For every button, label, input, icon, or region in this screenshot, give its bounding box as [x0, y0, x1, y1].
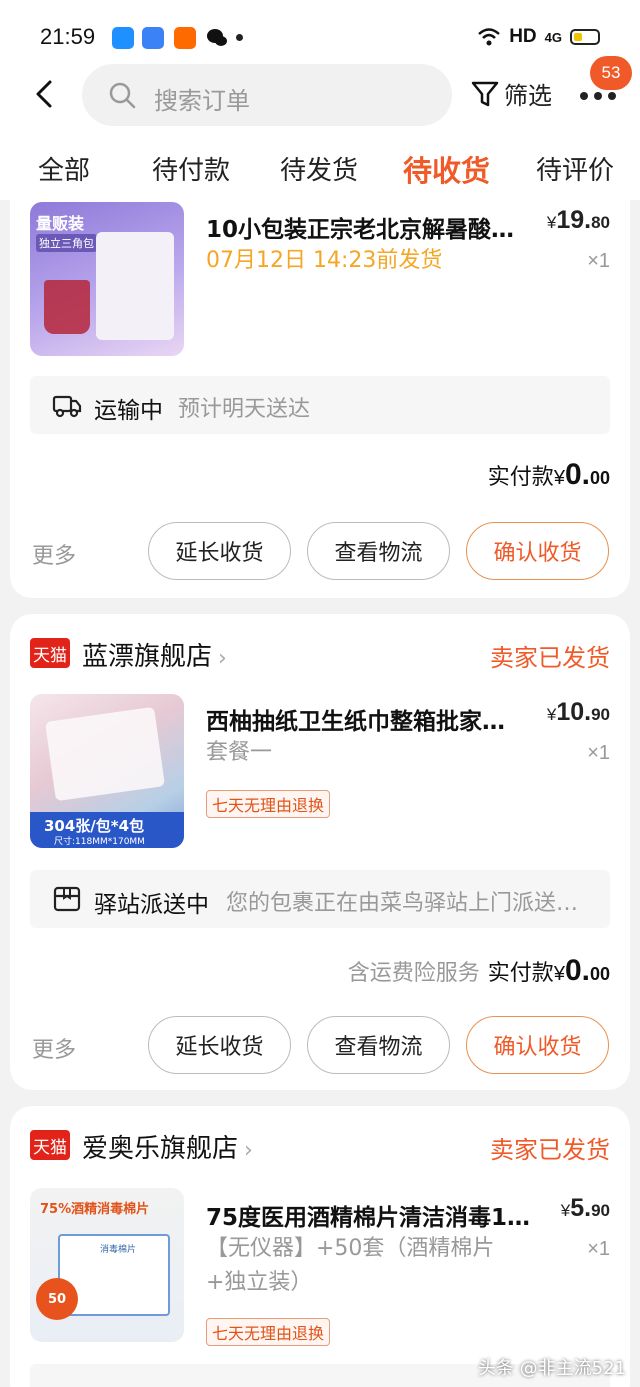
- cloud-app-icon: [142, 27, 164, 49]
- wifi-icon: [478, 28, 501, 46]
- parcel-station-icon: [53, 886, 81, 912]
- paid-amount: 含运费险服务 实付款¥0.00: [347, 954, 610, 987]
- view-logistics-button[interactable]: 查看物流: [307, 522, 450, 580]
- more-actions-link[interactable]: 更多: [32, 1032, 76, 1064]
- logistics-label: 运输中: [94, 398, 163, 424]
- status-time: 21:59: [40, 24, 96, 49]
- status-bar: 21:59 HD 4G: [0, 0, 640, 60]
- confirm-receipt-button[interactable]: 确认收货: [466, 1016, 609, 1074]
- tea-cup-illustration: [44, 280, 90, 334]
- more-notifications-dot: [236, 34, 243, 41]
- product-title[interactable]: 西柚抽纸卫生纸巾整箱批家…: [206, 702, 516, 736]
- tab-pending-shipment[interactable]: 待发货: [280, 150, 358, 187]
- search-placeholder: 搜索订单: [154, 87, 250, 115]
- shipping-insurance-note: 含运费险服务: [347, 961, 480, 986]
- wechat-icon: [206, 27, 228, 49]
- filter-button[interactable]: 筛选: [470, 76, 552, 111]
- top-bar: 搜索订单 筛选 53: [0, 56, 640, 130]
- order-card: 天猫 蓝漂旗舰店 › 卖家已发货 304张/包*4包 尺寸:118MM*170MM…: [10, 614, 630, 1090]
- thumb-label: 量贩装: [36, 214, 85, 233]
- logistics-description: 预计明天送达: [178, 397, 311, 422]
- shop-name[interactable]: 蓝漂旗舰店 ›: [82, 636, 227, 673]
- confirm-receipt-button[interactable]: 确认收货: [466, 522, 609, 580]
- return-policy-tag: 七天无理由退换: [206, 790, 331, 818]
- filter-icon: [471, 81, 499, 106]
- product-spec: 套餐一: [206, 740, 273, 765]
- signal-label: 4G: [544, 29, 562, 45]
- shop-name[interactable]: 爱奥乐旗舰店 ›: [82, 1128, 253, 1165]
- filter-label: 筛选: [504, 82, 552, 110]
- chevron-right-icon: ›: [244, 1138, 253, 1163]
- product-price: ¥5.90: [560, 1194, 610, 1222]
- search-icon: [109, 82, 136, 109]
- product-qty: ×1: [587, 742, 610, 764]
- paid-amount: 实付款¥0.00: [487, 458, 610, 491]
- tea-bag-package: [96, 232, 174, 340]
- view-logistics-button[interactable]: 查看物流: [307, 1016, 450, 1074]
- shop-header[interactable]: 天猫 蓝漂旗舰店 › 卖家已发货: [30, 636, 610, 672]
- thumb-label: 75%酒精消毒棉片: [40, 1202, 150, 1217]
- app-notification-icon: [112, 27, 134, 49]
- tab-all[interactable]: 全部: [38, 150, 90, 187]
- product-price: ¥10.90: [546, 698, 610, 726]
- product-title[interactable]: 10小包装正宗老北京解暑酸…: [206, 210, 516, 244]
- shop-header[interactable]: 天猫 爱奥乐旗舰店 › 卖家已发货: [30, 1128, 610, 1164]
- wipes-box-label: 消毒棉片: [100, 1245, 137, 1255]
- thumb-sublabel: 尺寸:118MM*170MM: [54, 837, 145, 847]
- logistics-status[interactable]: 运输中 预计明天送达: [30, 376, 610, 434]
- product-image[interactable]: 304张/包*4包 尺寸:118MM*170MM: [30, 694, 184, 848]
- product-qty: ×1: [587, 1238, 610, 1260]
- order-card: 量贩装 独立三角包 10小包装正宗老北京解暑酸… ¥19.80 07月12日 1…: [10, 188, 630, 598]
- tab-pending-payment[interactable]: 待付款: [152, 150, 230, 187]
- chevron-right-icon: ›: [218, 646, 227, 671]
- shop-status: 卖家已发货: [490, 1136, 610, 1164]
- product-price: ¥19.80: [546, 206, 610, 234]
- count-burst-badge: 50: [36, 1278, 78, 1320]
- back-arrow-icon[interactable]: [28, 76, 64, 112]
- logistics-status[interactable]: 驿站派送中 您的包裹正在由菜鸟驿站上门派送…: [30, 870, 610, 928]
- product-spec: 【无仪器】+50套（酒精棉片+独立装）: [206, 1236, 495, 1295]
- battery-icon: [570, 29, 600, 45]
- truck-icon: [52, 395, 82, 418]
- shop-status: 卖家已发货: [490, 644, 610, 672]
- product-image[interactable]: 量贩装 独立三角包: [30, 202, 184, 356]
- tab-pending-review[interactable]: 待评价: [536, 150, 614, 187]
- thumb-label: 304张/包*4包: [44, 817, 145, 835]
- status-indicators: HD 4G: [477, 26, 600, 48]
- extend-receipt-button[interactable]: 延长收货: [148, 522, 291, 580]
- tab-pending-receipt[interactable]: 待收货: [403, 148, 490, 190]
- product-image[interactable]: 75%酒精消毒棉片 消毒棉片 50: [30, 1188, 184, 1342]
- notification-badge: 53: [590, 56, 632, 90]
- thumb-sublabel: 独立三角包: [36, 234, 97, 252]
- logistics-label: 驿站派送中: [94, 892, 209, 918]
- tissue-box-illustration: [44, 706, 166, 802]
- taobao-app-icon: [174, 27, 196, 49]
- network-label: HD: [509, 26, 537, 47]
- tmall-badge: 天猫: [30, 638, 70, 668]
- product-qty: ×1: [587, 250, 610, 272]
- more-actions-link[interactable]: 更多: [32, 538, 76, 570]
- ship-deadline: 07月12日 14:23前发货: [206, 248, 443, 273]
- search-input[interactable]: 搜索订单: [82, 64, 452, 126]
- watermark: 头条 @非主流521: [477, 1358, 626, 1379]
- order-card: 天猫 爱奥乐旗舰店 › 卖家已发货 75%酒精消毒棉片 消毒棉片 50 75度医用…: [10, 1106, 630, 1387]
- logistics-description: 您的包裹正在由菜鸟驿站上门派送…: [226, 891, 579, 916]
- product-title[interactable]: 75度医用酒精棉片清洁消毒10…: [206, 1198, 536, 1232]
- extend-receipt-button[interactable]: 延长收货: [148, 1016, 291, 1074]
- tmall-badge: 天猫: [30, 1130, 70, 1160]
- return-policy-tag: 七天无理由退换: [206, 1318, 331, 1346]
